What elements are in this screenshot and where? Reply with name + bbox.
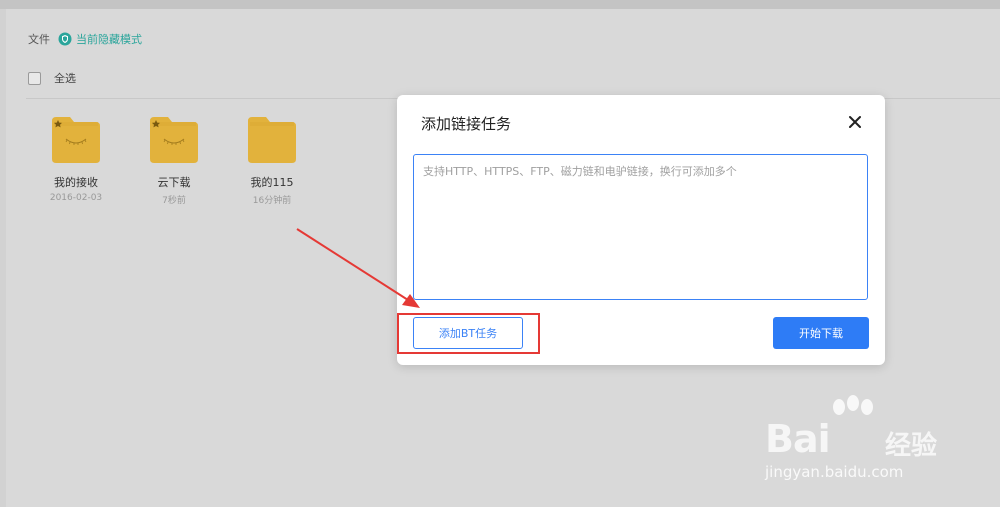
watermark: Bai 经验 jingyan.baidu.com xyxy=(765,395,965,495)
watermark-url: jingyan.baidu.com xyxy=(765,463,904,481)
watermark-cn: 经验 xyxy=(885,431,938,461)
paw-logo-icon xyxy=(833,395,873,415)
watermark-brand: Bai xyxy=(765,417,831,461)
